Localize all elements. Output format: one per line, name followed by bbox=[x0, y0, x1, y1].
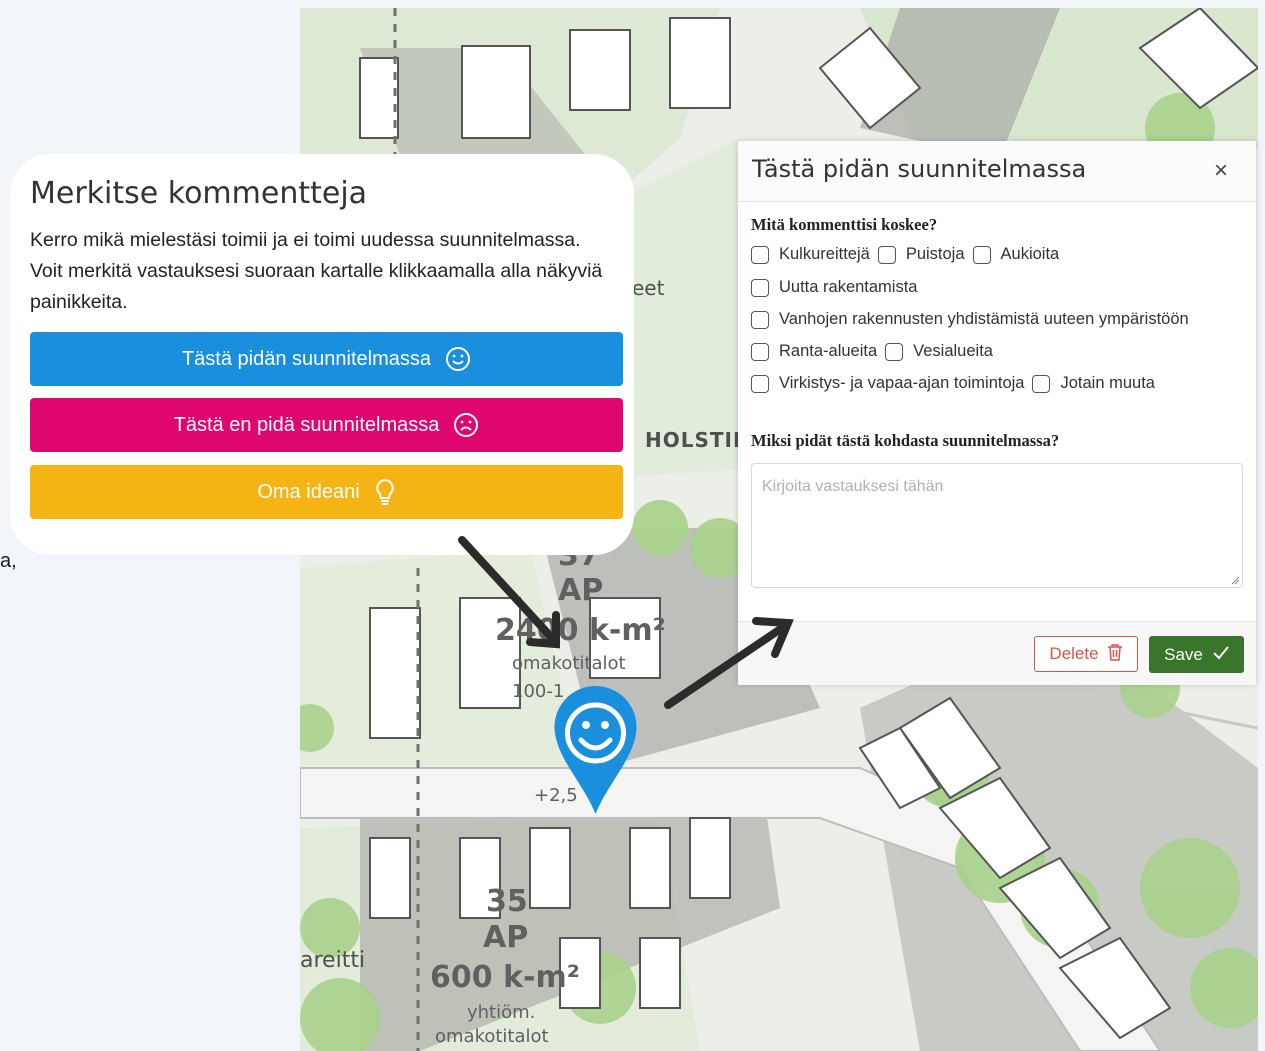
dislike-button[interactable]: Tästä en pidä suunnitelmassa bbox=[30, 398, 623, 452]
lightbulb-icon bbox=[374, 478, 396, 506]
resize-handle-icon[interactable] bbox=[1230, 575, 1240, 585]
like-button[interactable]: Tästä pidän suunnitelmassa bbox=[30, 332, 623, 386]
comment-card: Merkitse kommentteja Kerro mikä mielestä… bbox=[10, 154, 634, 555]
option-jotain-muuta[interactable]: Jotain muuta bbox=[1032, 374, 1155, 393]
option-label: Virkistys- ja vapaa-ajan toimintoja bbox=[779, 374, 1025, 392]
checkbox[interactable] bbox=[751, 310, 769, 329]
map-label-block2-number: 35 bbox=[486, 884, 528, 919]
check-icon bbox=[1213, 645, 1229, 665]
comment-dialog: Tästä pidän suunnitelmassa × Mitä kommen… bbox=[738, 141, 1256, 685]
option-virkistys[interactable]: Virkistys- ja vapaa-ajan toimintoja bbox=[751, 374, 1024, 393]
checkbox[interactable] bbox=[877, 245, 896, 264]
dislike-button-label: Tästä en pidä suunnitelmassa bbox=[173, 413, 440, 436]
checkbox-row: Vanhojen rakennusten yhdistämistä uuteen… bbox=[751, 310, 1197, 329]
checkbox-row: Uutta rakentamista bbox=[751, 278, 925, 297]
option-vesialueita[interactable]: Vesialueita bbox=[885, 342, 993, 361]
option-label: Vanhojen rakennusten yhdistämistä uuteen… bbox=[779, 310, 1189, 328]
idea-button-label: Oma ideani bbox=[257, 480, 360, 503]
option-label: Kulkureittejä bbox=[779, 245, 870, 263]
option-label: Puistoja bbox=[905, 245, 965, 263]
checkbox[interactable] bbox=[751, 245, 769, 264]
save-button[interactable]: Save bbox=[1149, 636, 1244, 673]
dialog-title: Tästä pidän suunnitelmassa bbox=[752, 155, 1087, 183]
option-aukioita[interactable]: Aukioita bbox=[972, 245, 1060, 264]
checkbox[interactable] bbox=[972, 245, 991, 264]
checkbox[interactable] bbox=[1032, 374, 1051, 393]
checkbox[interactable] bbox=[751, 342, 769, 361]
option-label: Uutta rakentamista bbox=[779, 278, 918, 296]
idea-button[interactable]: Oma ideani bbox=[30, 465, 623, 519]
checkbox[interactable] bbox=[751, 278, 769, 297]
close-icon[interactable]: × bbox=[1214, 157, 1228, 185]
card-title: Merkitse kommentteja bbox=[30, 176, 368, 211]
trash-icon bbox=[1107, 643, 1123, 666]
question-topic: Mitä kommenttisi koskee? bbox=[751, 215, 938, 234]
map-label-road: areitti bbox=[300, 948, 366, 973]
answer-textarea[interactable]: Kirjoita vastauksesi tähän bbox=[751, 463, 1243, 588]
map-label-block2-type: yhtiöm. bbox=[467, 1002, 536, 1023]
option-kulkureitteja[interactable]: Kulkureittejä bbox=[751, 245, 870, 264]
map-label-block2-area: 600 k-m² bbox=[430, 960, 580, 995]
map-label-holstin: HOLSTIN bbox=[645, 428, 751, 452]
checkbox[interactable] bbox=[751, 374, 769, 393]
sad-face-icon bbox=[453, 412, 479, 438]
smiley-icon bbox=[445, 346, 471, 372]
map-label-block-type: omakotitalot bbox=[512, 653, 626, 674]
dialog-header: Tästä pidän suunnitelmassa × bbox=[738, 141, 1256, 202]
delete-label: Delete bbox=[1049, 644, 1099, 663]
checkbox[interactable] bbox=[885, 342, 904, 361]
like-button-label: Tästä pidän suunnitelmassa bbox=[181, 347, 432, 370]
option-ranta-alueita[interactable]: Ranta-alueita bbox=[751, 342, 877, 361]
delete-button[interactable]: Delete bbox=[1034, 636, 1138, 672]
dialog-footer: Delete Save bbox=[738, 621, 1256, 685]
map-label-street: eet bbox=[632, 276, 665, 300]
save-label: Save bbox=[1164, 644, 1203, 664]
option-label: Vesialueita bbox=[913, 342, 993, 360]
textarea-placeholder: Kirjoita vastauksesi tähän bbox=[762, 478, 944, 495]
card-description: Kerro mikä mielestäsi toimii ja ei toimi… bbox=[30, 229, 603, 313]
map-label-block-area: 2400 k-m² bbox=[495, 613, 666, 648]
option-label: Aukioita bbox=[1000, 245, 1060, 263]
checkbox-row: Kulkureittejä Puistoja Aukioita bbox=[751, 245, 1067, 264]
option-label: Jotain muuta bbox=[1060, 374, 1155, 392]
checkbox-row: Virkistys- ja vapaa-ajan toimintoja Jota… bbox=[751, 374, 1163, 393]
option-vanhojen-rakennusten[interactable]: Vanhojen rakennusten yhdistämistä uuteen… bbox=[751, 310, 1189, 329]
checkbox-row: Ranta-alueita Vesialueita bbox=[751, 342, 1001, 361]
location-pin[interactable] bbox=[552, 684, 639, 816]
option-label: Ranta-alueita bbox=[779, 342, 878, 360]
option-uutta-rakentamista[interactable]: Uutta rakentamista bbox=[751, 278, 917, 297]
map-label-block2-type2: omakotitalot bbox=[435, 1026, 549, 1047]
clipped-text: a, bbox=[0, 550, 17, 572]
map-label-block2-ap: AP bbox=[483, 920, 529, 955]
question-reason: Miksi pidät tästä kohdasta suunnitelmass… bbox=[751, 431, 1060, 450]
map-label-block-ap: AP bbox=[558, 573, 604, 608]
option-puistoja[interactable]: Puistoja bbox=[877, 245, 965, 264]
